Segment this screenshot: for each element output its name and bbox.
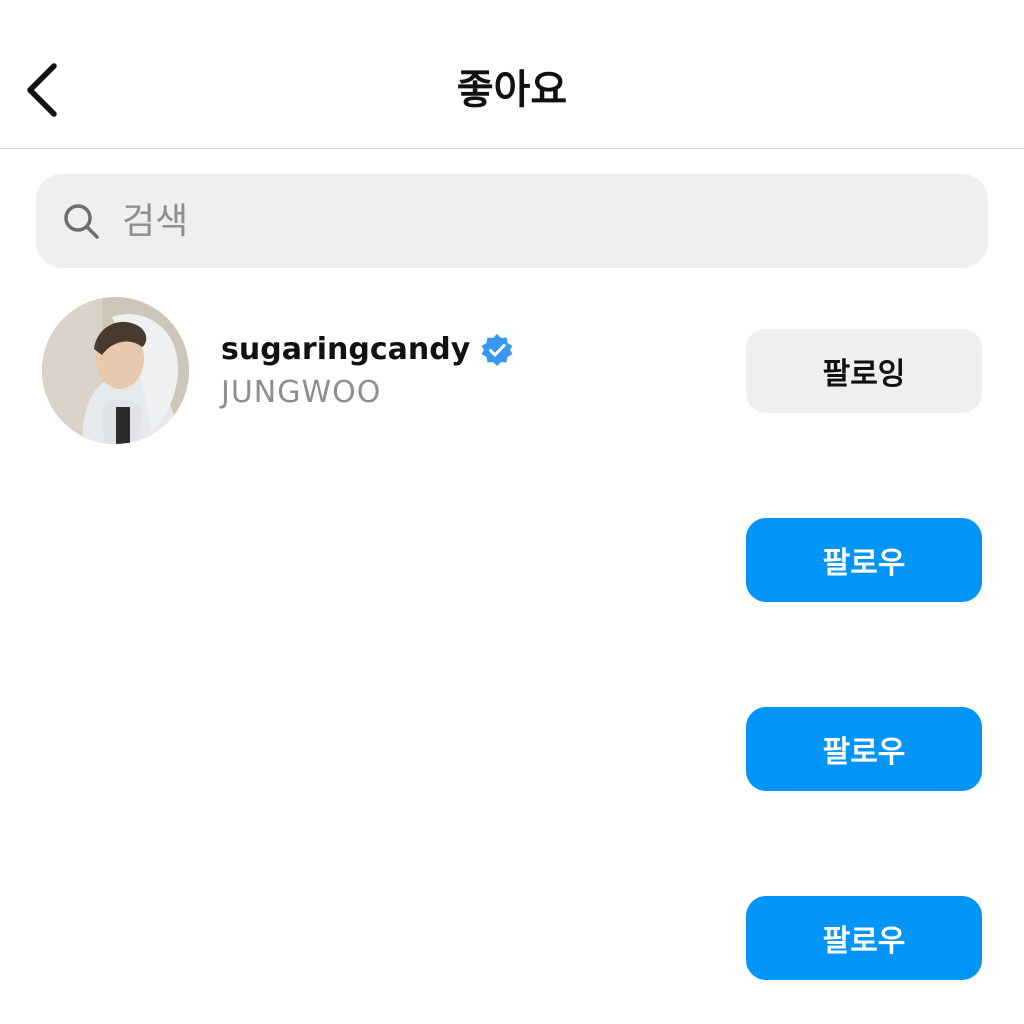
- list-item[interactable]: 팔로우: [0, 487, 1024, 633]
- username-line: sugaringcandy: [221, 330, 514, 370]
- search-input[interactable]: [122, 191, 882, 251]
- page-title: 좋아요: [456, 67, 568, 113]
- following-button[interactable]: 팔로잉: [746, 329, 982, 413]
- verified-badge-icon: [481, 334, 513, 366]
- follow-button[interactable]: 팔로우: [746, 707, 982, 791]
- avatar[interactable]: [42, 297, 189, 444]
- avatar-photo: [42, 297, 189, 444]
- list-item[interactable]: 팔로우: [0, 865, 1024, 1011]
- username[interactable]: sugaringcandy: [221, 330, 470, 370]
- search-icon: [64, 204, 99, 239]
- search-bar[interactable]: [36, 174, 988, 268]
- header: 좋아요: [0, 0, 1024, 149]
- full-name: JUNGWOO: [221, 375, 382, 410]
- follow-button[interactable]: 팔로우: [746, 896, 982, 980]
- follow-button[interactable]: 팔로우: [746, 518, 982, 602]
- list-item[interactable]: 팔로우: [0, 676, 1024, 822]
- list-item[interactable]: sugaringcandy JUNGWOO 팔로잉: [0, 297, 1024, 444]
